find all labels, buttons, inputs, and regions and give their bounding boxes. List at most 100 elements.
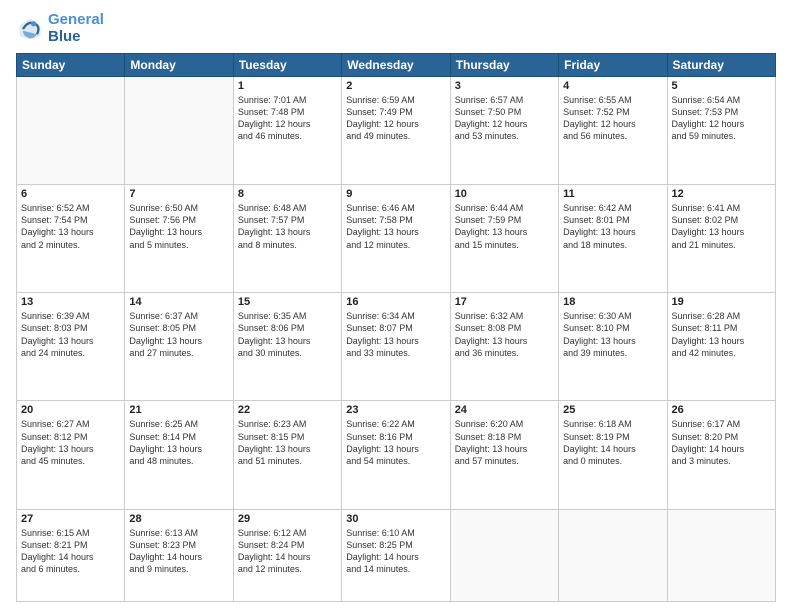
logo-text: General Blue (48, 12, 104, 45)
cell-info: Sunrise: 6:22 AM Sunset: 8:16 PM Dayligh… (346, 418, 445, 467)
calendar-cell (450, 509, 558, 601)
calendar-cell: 9 Sunrise: 6:46 AM Sunset: 7:58 PM Daylig… (342, 185, 450, 293)
day-number: 12 (672, 188, 771, 200)
day-number: 30 (346, 513, 445, 525)
calendar-cell: 18 Sunrise: 6:30 AM Sunset: 8:10 PM Dayli… (559, 293, 667, 401)
calendar-cell: 29 Sunrise: 6:12 AM Sunset: 8:24 PM Dayli… (233, 509, 341, 601)
day-number: 10 (455, 188, 554, 200)
day-header-tuesday: Tuesday (233, 54, 341, 77)
calendar-cell: 26 Sunrise: 6:17 AM Sunset: 8:20 PM Dayli… (667, 401, 775, 509)
cell-info: Sunrise: 6:32 AM Sunset: 8:08 PM Dayligh… (455, 310, 554, 359)
day-number: 2 (346, 80, 445, 92)
day-number: 11 (563, 188, 662, 200)
calendar-header-row: SundayMondayTuesdayWednesdayThursdayFrid… (17, 54, 776, 77)
cell-info: Sunrise: 6:30 AM Sunset: 8:10 PM Dayligh… (563, 310, 662, 359)
day-number: 3 (455, 80, 554, 92)
calendar-cell: 4 Sunrise: 6:55 AM Sunset: 7:52 PM Daylig… (559, 77, 667, 185)
calendar-cell: 12 Sunrise: 6:41 AM Sunset: 8:02 PM Dayli… (667, 185, 775, 293)
calendar-cell: 30 Sunrise: 6:10 AM Sunset: 8:25 PM Dayli… (342, 509, 450, 601)
calendar-cell: 21 Sunrise: 6:25 AM Sunset: 8:14 PM Dayli… (125, 401, 233, 509)
day-header-wednesday: Wednesday (342, 54, 450, 77)
calendar-cell: 10 Sunrise: 6:44 AM Sunset: 7:59 PM Dayli… (450, 185, 558, 293)
header: General Blue (16, 12, 776, 45)
calendar-week-5: 27 Sunrise: 6:15 AM Sunset: 8:21 PM Dayli… (17, 509, 776, 601)
calendar-cell: 8 Sunrise: 6:48 AM Sunset: 7:57 PM Daylig… (233, 185, 341, 293)
calendar-cell: 16Sunrise: 6:34 AM Sunset: 8:07 PM Dayli… (342, 293, 450, 401)
cell-info: Sunrise: 6:25 AM Sunset: 8:14 PM Dayligh… (129, 418, 228, 467)
calendar-cell: 17 Sunrise: 6:32 AM Sunset: 8:08 PM Dayli… (450, 293, 558, 401)
page: General Blue SundayMondayTuesdayWednesda… (0, 0, 792, 612)
calendar-cell: 1Sunrise: 7:01 AM Sunset: 7:48 PM Daylig… (233, 77, 341, 185)
cell-info: Sunrise: 6:57 AM Sunset: 7:50 PM Dayligh… (455, 94, 554, 143)
day-number: 7 (129, 188, 228, 200)
day-number: 8 (238, 188, 337, 200)
calendar-cell (17, 77, 125, 185)
day-number: 27 (21, 513, 120, 525)
day-number: 21 (129, 404, 228, 416)
day-number: 29 (238, 513, 337, 525)
day-number: 9 (346, 188, 445, 200)
day-number: 15 (238, 296, 337, 308)
calendar-cell: 28 Sunrise: 6:13 AM Sunset: 8:23 PM Dayli… (125, 509, 233, 601)
calendar-cell: 20 Sunrise: 6:27 AM Sunset: 8:12 PM Dayli… (17, 401, 125, 509)
day-number: 17 (455, 296, 554, 308)
day-number: 23 (346, 404, 445, 416)
calendar-week-1: 1Sunrise: 7:01 AM Sunset: 7:48 PM Daylig… (17, 77, 776, 185)
cell-info: Sunrise: 6:55 AM Sunset: 7:52 PM Dayligh… (563, 94, 662, 143)
cell-info: Sunrise: 6:20 AM Sunset: 8:18 PM Dayligh… (455, 418, 554, 467)
calendar: SundayMondayTuesdayWednesdayThursdayFrid… (16, 53, 776, 602)
calendar-cell: 6Sunrise: 6:52 AM Sunset: 7:54 PM Daylig… (17, 185, 125, 293)
day-number: 22 (238, 404, 337, 416)
cell-info: Sunrise: 7:01 AM Sunset: 7:48 PM Dayligh… (238, 94, 337, 143)
day-number: 18 (563, 296, 662, 308)
calendar-cell: 23 Sunrise: 6:22 AM Sunset: 8:16 PM Dayli… (342, 401, 450, 509)
day-header-thursday: Thursday (450, 54, 558, 77)
cell-info: Sunrise: 6:35 AM Sunset: 8:06 PM Dayligh… (238, 310, 337, 359)
day-header-monday: Monday (125, 54, 233, 77)
cell-info: Sunrise: 6:48 AM Sunset: 7:57 PM Dayligh… (238, 202, 337, 251)
cell-info: Sunrise: 6:18 AM Sunset: 8:19 PM Dayligh… (563, 418, 662, 467)
cell-info: Sunrise: 6:27 AM Sunset: 8:12 PM Dayligh… (21, 418, 120, 467)
calendar-cell: 24 Sunrise: 6:20 AM Sunset: 8:18 PM Dayli… (450, 401, 558, 509)
cell-info: Sunrise: 6:17 AM Sunset: 8:20 PM Dayligh… (672, 418, 771, 467)
logo: General Blue (16, 12, 104, 45)
day-number: 24 (455, 404, 554, 416)
logo-icon (16, 15, 44, 43)
day-number: 14 (129, 296, 228, 308)
cell-info: Sunrise: 6:34 AM Sunset: 8:07 PM Dayligh… (346, 310, 445, 359)
cell-info: Sunrise: 6:28 AM Sunset: 8:11 PM Dayligh… (672, 310, 771, 359)
cell-info: Sunrise: 6:46 AM Sunset: 7:58 PM Dayligh… (346, 202, 445, 251)
day-number: 19 (672, 296, 771, 308)
cell-info: Sunrise: 6:37 AM Sunset: 8:05 PM Dayligh… (129, 310, 228, 359)
calendar-cell: 13Sunrise: 6:39 AM Sunset: 8:03 PM Dayli… (17, 293, 125, 401)
cell-info: Sunrise: 6:41 AM Sunset: 8:02 PM Dayligh… (672, 202, 771, 251)
calendar-cell: 19 Sunrise: 6:28 AM Sunset: 8:11 PM Dayli… (667, 293, 775, 401)
day-number: 20 (21, 404, 120, 416)
calendar-cell (559, 509, 667, 601)
cell-info: Sunrise: 6:12 AM Sunset: 8:24 PM Dayligh… (238, 527, 337, 576)
cell-info: Sunrise: 6:59 AM Sunset: 7:49 PM Dayligh… (346, 94, 445, 143)
calendar-cell (125, 77, 233, 185)
cell-info: Sunrise: 6:15 AM Sunset: 8:21 PM Dayligh… (21, 527, 120, 576)
calendar-cell: 2 Sunrise: 6:59 AM Sunset: 7:49 PM Daylig… (342, 77, 450, 185)
cell-info: Sunrise: 6:54 AM Sunset: 7:53 PM Dayligh… (672, 94, 771, 143)
cell-info: Sunrise: 6:13 AM Sunset: 8:23 PM Dayligh… (129, 527, 228, 576)
day-header-sunday: Sunday (17, 54, 125, 77)
calendar-week-4: 20 Sunrise: 6:27 AM Sunset: 8:12 PM Dayli… (17, 401, 776, 509)
cell-info: Sunrise: 6:39 AM Sunset: 8:03 PM Dayligh… (21, 310, 120, 359)
calendar-week-2: 6Sunrise: 6:52 AM Sunset: 7:54 PM Daylig… (17, 185, 776, 293)
cell-info: Sunrise: 6:44 AM Sunset: 7:59 PM Dayligh… (455, 202, 554, 251)
calendar-cell: 25Sunrise: 6:18 AM Sunset: 8:19 PM Dayli… (559, 401, 667, 509)
cell-info: Sunrise: 6:50 AM Sunset: 7:56 PM Dayligh… (129, 202, 228, 251)
calendar-cell: 14 Sunrise: 6:37 AM Sunset: 8:05 PM Dayli… (125, 293, 233, 401)
cell-info: Sunrise: 6:42 AM Sunset: 8:01 PM Dayligh… (563, 202, 662, 251)
calendar-cell: 5Sunrise: 6:54 AM Sunset: 7:53 PM Daylig… (667, 77, 775, 185)
day-header-saturday: Saturday (667, 54, 775, 77)
day-number: 28 (129, 513, 228, 525)
cell-info: Sunrise: 6:52 AM Sunset: 7:54 PM Dayligh… (21, 202, 120, 251)
cell-info: Sunrise: 6:10 AM Sunset: 8:25 PM Dayligh… (346, 527, 445, 576)
day-header-friday: Friday (559, 54, 667, 77)
day-number: 26 (672, 404, 771, 416)
cell-info: Sunrise: 6:23 AM Sunset: 8:15 PM Dayligh… (238, 418, 337, 467)
day-number: 4 (563, 80, 662, 92)
